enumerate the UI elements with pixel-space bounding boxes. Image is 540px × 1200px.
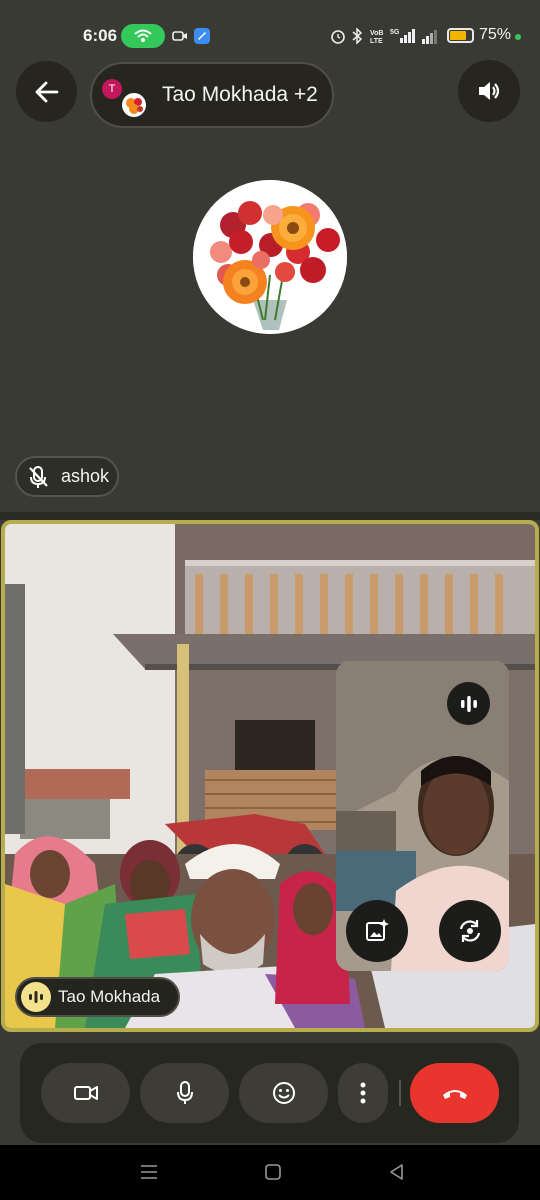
- group-name: Tao Mokhada +2: [162, 83, 318, 106]
- video-icon: [172, 26, 188, 46]
- add-effect-button[interactable]: [346, 900, 408, 962]
- status-bar: 6:06 VoB LTE 5G 75%: [0, 0, 540, 70]
- battery-icon: [447, 28, 474, 43]
- participant-name: ashok: [61, 466, 110, 486]
- add-effect-icon: [366, 919, 389, 941]
- svg-text:VoB: VoB: [370, 30, 383, 37]
- more-options-button[interactable]: [338, 1063, 388, 1123]
- audio-waves-icon: [21, 982, 51, 1012]
- bluetooth-icon: [351, 26, 363, 46]
- end-call-icon: [442, 1090, 467, 1099]
- emoji-button[interactable]: [239, 1063, 328, 1123]
- speaker-icon: [479, 82, 500, 100]
- signal-icon: [421, 26, 439, 46]
- battery-percent: 75%: [479, 26, 512, 43]
- camera-icon: [73, 1086, 98, 1100]
- more-vert-icon: [360, 1082, 366, 1104]
- back-icon[interactable]: [382, 1157, 412, 1187]
- menu-icon[interactable]: [134, 1157, 164, 1187]
- mic-off-icon: [29, 465, 48, 488]
- avatar-flowers-small: [122, 93, 146, 117]
- battery-fill: [450, 31, 466, 40]
- hotspot-icon: [121, 24, 165, 48]
- end-call-button[interactable]: [410, 1063, 499, 1123]
- svg-text:5G: 5G: [390, 29, 400, 36]
- audio-waves-icon: [460, 695, 477, 712]
- avatar-initial: T: [102, 79, 122, 99]
- system-nav-bar: [0, 1145, 540, 1200]
- group-avatar: T: [94, 65, 158, 125]
- participant-name-chip: ashok: [15, 456, 119, 497]
- controls-separator: [399, 1080, 401, 1106]
- camera-button[interactable]: [41, 1063, 130, 1123]
- speaker-button[interactable]: [458, 60, 520, 122]
- svg-text:LTE: LTE: [370, 38, 383, 45]
- privacy-indicator: [515, 34, 521, 40]
- group-call-title[interactable]: T Tao Mokhada +2: [90, 62, 334, 128]
- mic-icon: [176, 1081, 193, 1104]
- app-icon: [194, 26, 210, 46]
- back-button[interactable]: [16, 61, 77, 122]
- status-time: 6:06: [83, 26, 118, 45]
- tile-divider: [0, 512, 540, 520]
- switch-camera-button[interactable]: [439, 900, 501, 962]
- mic-button[interactable]: [140, 1063, 229, 1123]
- participant-avatar: [193, 180, 347, 334]
- self-audio-indicator: [447, 682, 490, 725]
- emoji-icon: [272, 1082, 295, 1104]
- signal-5g-icon: 5G: [390, 26, 416, 46]
- volte-icon: VoB LTE: [369, 26, 387, 46]
- arrow-back-icon: [35, 81, 58, 102]
- home-icon[interactable]: [258, 1157, 288, 1187]
- speaking-participant-chip: Tao Mokhada: [15, 977, 180, 1017]
- switch-camera-icon: [459, 920, 481, 942]
- speaking-participant-name: Tao Mokhada: [58, 987, 161, 1006]
- alarm-icon: [330, 26, 346, 46]
